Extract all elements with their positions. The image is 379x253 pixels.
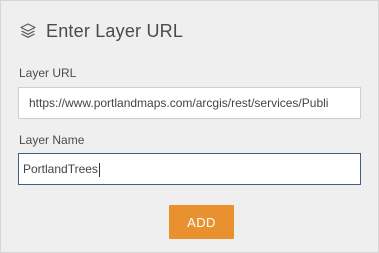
enter-layer-url-panel: Enter Layer URL Layer URL https://www.po… xyxy=(0,0,379,253)
layer-url-label: Layer URL xyxy=(19,66,77,80)
layer-url-input[interactable]: https://www.portlandmaps.com/arcgis/rest… xyxy=(18,87,361,119)
layer-name-value: PortlandTrees xyxy=(23,162,98,176)
layer-name-label: Layer Name xyxy=(19,133,85,147)
layer-name-text-wrapper: PortlandTrees xyxy=(23,154,352,184)
panel-header: Enter Layer URL xyxy=(19,19,183,43)
add-button[interactable]: ADD xyxy=(169,205,234,239)
layers-icon xyxy=(19,22,37,40)
text-cursor xyxy=(98,162,100,177)
page-title: Enter Layer URL xyxy=(46,20,184,41)
layer-name-input[interactable]: PortlandTrees xyxy=(18,153,361,185)
layer-url-value: https://www.portlandmaps.com/arcgis/rest… xyxy=(29,96,329,110)
